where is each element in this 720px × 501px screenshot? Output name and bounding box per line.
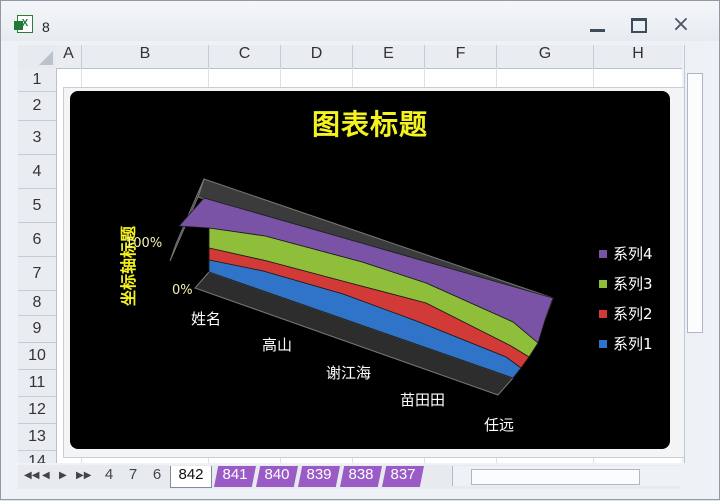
prev-sheet-button[interactable]: ◀ — [42, 470, 52, 481]
legend-swatch — [599, 310, 607, 318]
sheet-tab-4[interactable]: 4 — [98, 466, 120, 487]
y-tick-label: 100% — [125, 236, 163, 251]
sheet-tab-bar: ◀◀ ◀ ▶ ▶▶ 4 7 6 842 841 840 839 838 837 — [18, 465, 701, 489]
x-category-label: 谢江海 — [326, 364, 372, 382]
vertical-scrollbar[interactable] — [684, 45, 705, 463]
chart-title[interactable]: 图表标题 — [312, 103, 428, 143]
sheet-tab-837[interactable]: 837 — [382, 466, 424, 487]
vertical-scroll-thumb[interactable] — [687, 73, 703, 333]
legend-label: 系列4 — [613, 245, 653, 263]
sheet-tab-842[interactable]: 842 — [170, 466, 212, 488]
legend-swatch — [599, 280, 607, 288]
legend-item-series1[interactable]: 系列1 — [599, 333, 653, 353]
legend-label: 系列3 — [613, 275, 653, 293]
next-sheet-button[interactable]: ▶ — [59, 470, 69, 481]
sheet-tab-838[interactable]: 838 — [340, 466, 382, 487]
last-sheet-button[interactable]: ▶▶ — [76, 470, 91, 481]
legend-label: 系列2 — [613, 305, 653, 323]
excel-window: X 8 × A B C D E F G H 1 2 3 4 5 6 7 8 9 … — [0, 0, 720, 500]
horizontal-scroll-thumb[interactable] — [471, 469, 640, 485]
legend-item-series4[interactable]: 系列4 — [599, 243, 653, 263]
x-category-label: 苗田田 — [400, 391, 446, 409]
sheet-tab-7[interactable]: 7 — [122, 466, 144, 487]
sheet-tab-839[interactable]: 839 — [298, 466, 340, 487]
legend-item-series2[interactable]: 系列2 — [599, 303, 653, 323]
sheet-tab-840[interactable]: 840 — [256, 466, 298, 487]
y-tick-label: 0% — [172, 283, 193, 298]
legend-label: 系列1 — [613, 335, 653, 353]
legend-swatch — [599, 340, 607, 348]
legend-item-series3[interactable]: 系列3 — [599, 273, 653, 293]
first-sheet-button[interactable]: ◀◀ — [24, 470, 39, 481]
x-category-label: 高山 — [262, 336, 293, 354]
x-category-label: 任远 — [484, 416, 515, 434]
legend-swatch — [599, 250, 607, 258]
x-category-label: 姓名 — [191, 310, 222, 328]
horizontal-scrollbar[interactable] — [452, 466, 701, 486]
sheet-tab-841[interactable]: 841 — [214, 466, 256, 487]
sheet-tab-6[interactable]: 6 — [146, 466, 168, 487]
